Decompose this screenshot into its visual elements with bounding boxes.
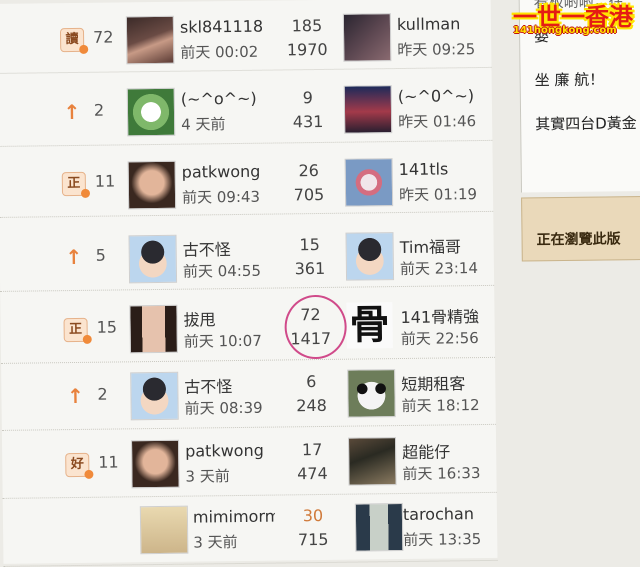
browsing-users-label: 正在瀏覽此版 bbox=[536, 231, 621, 249]
view-count: 248 bbox=[296, 395, 327, 416]
view-count: 1970 bbox=[286, 39, 328, 60]
last-poster-avatar[interactable] bbox=[344, 158, 394, 207]
thread-score: 5 bbox=[95, 245, 107, 265]
post-time: 前天 10:07 bbox=[183, 331, 262, 351]
author-avatar[interactable] bbox=[126, 87, 176, 137]
table-row: mimimormc 3 天前 30 715 tarochan 前天 13:35 bbox=[2, 493, 498, 567]
post-time: 前天 08:39 bbox=[184, 398, 263, 418]
reply-count: 17 bbox=[301, 439, 323, 460]
thread-badge: 正 bbox=[61, 171, 87, 197]
author-name[interactable]: 拔甩 bbox=[183, 306, 265, 331]
last-post-time: 前天 16:33 bbox=[402, 464, 481, 484]
last-poster-name[interactable]: (~^0^~) bbox=[398, 86, 488, 106]
thread-badge: 好 bbox=[65, 452, 90, 478]
thread-score: 11 bbox=[94, 171, 116, 191]
table-row: ↑ 2 (~^o^~) 4 天前 9 431 (~^0^~) 昨天 01:46 bbox=[0, 73, 493, 147]
last-poster-name[interactable]: Tim福哥 bbox=[400, 233, 490, 258]
last-poster-name[interactable]: 短期租客 bbox=[401, 370, 491, 395]
author-name[interactable]: 古不怪 bbox=[184, 373, 266, 398]
arrow-up-icon: ↑ bbox=[65, 244, 83, 270]
thread-score: 15 bbox=[96, 317, 118, 337]
site-logo: 一世一香港 141hongkong.com bbox=[511, 0, 640, 44]
reply-count: 185 bbox=[291, 15, 323, 36]
thread-score: 2 bbox=[97, 384, 108, 404]
last-post-time: 前天 13:35 bbox=[403, 530, 482, 550]
last-post-time: 昨天 09:25 bbox=[397, 40, 476, 60]
view-count: 474 bbox=[297, 463, 328, 484]
table-row: ↑ 2 古不怪 前天 08:39 6 248 短期租客 前天 18:12 bbox=[1, 357, 496, 431]
author-name[interactable]: mimimormc bbox=[193, 507, 275, 527]
post-time: 4 天前 bbox=[181, 115, 226, 134]
reply-count: 30 bbox=[302, 505, 324, 526]
thread-list: 讀 72 skl8411185 前天 00:02 185 1970 kullma… bbox=[0, 0, 498, 567]
post-time: 前天 00:02 bbox=[180, 42, 259, 62]
reply-count: 15 bbox=[299, 235, 320, 255]
author-avatar[interactable] bbox=[127, 160, 177, 210]
announcement-line[interactable]: 坐 廉 航！ bbox=[535, 69, 605, 91]
thread-badge: 讀 bbox=[59, 27, 85, 53]
reply-count: 6 bbox=[306, 372, 317, 392]
thread-score: 2 bbox=[93, 100, 105, 120]
browsing-users-bar: 正在瀏覽此版 bbox=[521, 195, 640, 262]
post-time: 3 天前 bbox=[193, 533, 238, 552]
last-poster-name[interactable]: 141骨精強 bbox=[400, 303, 490, 328]
view-count: 715 bbox=[297, 529, 329, 550]
last-poster-avatar[interactable] bbox=[354, 503, 404, 552]
view-count: 431 bbox=[292, 111, 324, 132]
author-name[interactable]: patkwong bbox=[185, 441, 267, 461]
table-row: 讀 72 skl8411185 前天 00:02 185 1970 kullma… bbox=[0, 0, 492, 74]
logo-url: 141hongkong.com bbox=[513, 25, 617, 36]
view-count: 705 bbox=[293, 184, 325, 205]
table-row: 正 15 拔甩 前天 10:07 72 1417 骨 141骨精強 前天 22:… bbox=[0, 290, 496, 364]
last-poster-avatar[interactable] bbox=[347, 369, 396, 418]
author-avatar[interactable] bbox=[131, 439, 180, 489]
author-avatar[interactable] bbox=[125, 15, 175, 65]
last-poster-avatar[interactable]: 骨 bbox=[346, 302, 393, 349]
thread-score: 11 bbox=[98, 452, 119, 472]
arrow-up-icon: ↑ bbox=[63, 99, 81, 125]
thread-score: 72 bbox=[92, 27, 114, 47]
table-row: 正 11 patkwong 前天 09:43 26 705 141tls 昨天 … bbox=[0, 144, 494, 218]
table-row: 好 11 patkwong 3 天前 17 474 超能仔 前天 16:33 bbox=[1, 425, 497, 499]
reply-count: 9 bbox=[302, 88, 314, 108]
last-poster-name[interactable]: 超能仔 bbox=[402, 438, 492, 463]
last-poster-avatar[interactable] bbox=[342, 13, 392, 62]
last-poster-name[interactable]: tarochan bbox=[403, 504, 493, 524]
last-poster-name[interactable]: kullman bbox=[397, 14, 487, 34]
last-post-time: 前天 22:56 bbox=[400, 329, 479, 349]
reply-count: 26 bbox=[298, 161, 320, 181]
author-name[interactable]: 古不怪 bbox=[183, 236, 265, 261]
author-name[interactable]: patkwong bbox=[182, 162, 264, 182]
author-avatar[interactable] bbox=[128, 234, 178, 284]
post-time: 3 天前 bbox=[185, 467, 230, 486]
author-avatar[interactable] bbox=[139, 505, 189, 555]
author-name[interactable]: skl8411185 bbox=[180, 17, 262, 37]
last-post-time: 昨天 01:46 bbox=[398, 112, 477, 132]
last-post-time: 前天 18:12 bbox=[401, 396, 480, 416]
last-poster-avatar[interactable] bbox=[347, 437, 397, 486]
post-time: 前天 04:55 bbox=[182, 261, 262, 281]
arrow-up-icon: ↑ bbox=[66, 383, 84, 409]
last-poster-avatar[interactable] bbox=[345, 232, 395, 281]
table-row: ↑ 5 古不怪 前天 04:55 15 361 Tim福哥 前天 23:14 bbox=[0, 218, 495, 292]
thread-badge: 正 bbox=[63, 317, 88, 343]
author-avatar[interactable] bbox=[130, 371, 179, 421]
post-time: 前天 09:43 bbox=[181, 187, 261, 207]
last-post-time: 前天 23:14 bbox=[399, 259, 479, 279]
last-poster-avatar[interactable] bbox=[343, 85, 393, 134]
last-poster-name[interactable]: 141tls bbox=[399, 159, 489, 179]
author-name[interactable]: (~^o^~) bbox=[181, 89, 263, 109]
announcement-line[interactable]: 其實四台D黃金 bbox=[535, 112, 637, 134]
author-avatar[interactable] bbox=[129, 304, 178, 354]
view-count: 361 bbox=[294, 258, 326, 279]
last-post-time: 昨天 01:19 bbox=[398, 185, 478, 205]
